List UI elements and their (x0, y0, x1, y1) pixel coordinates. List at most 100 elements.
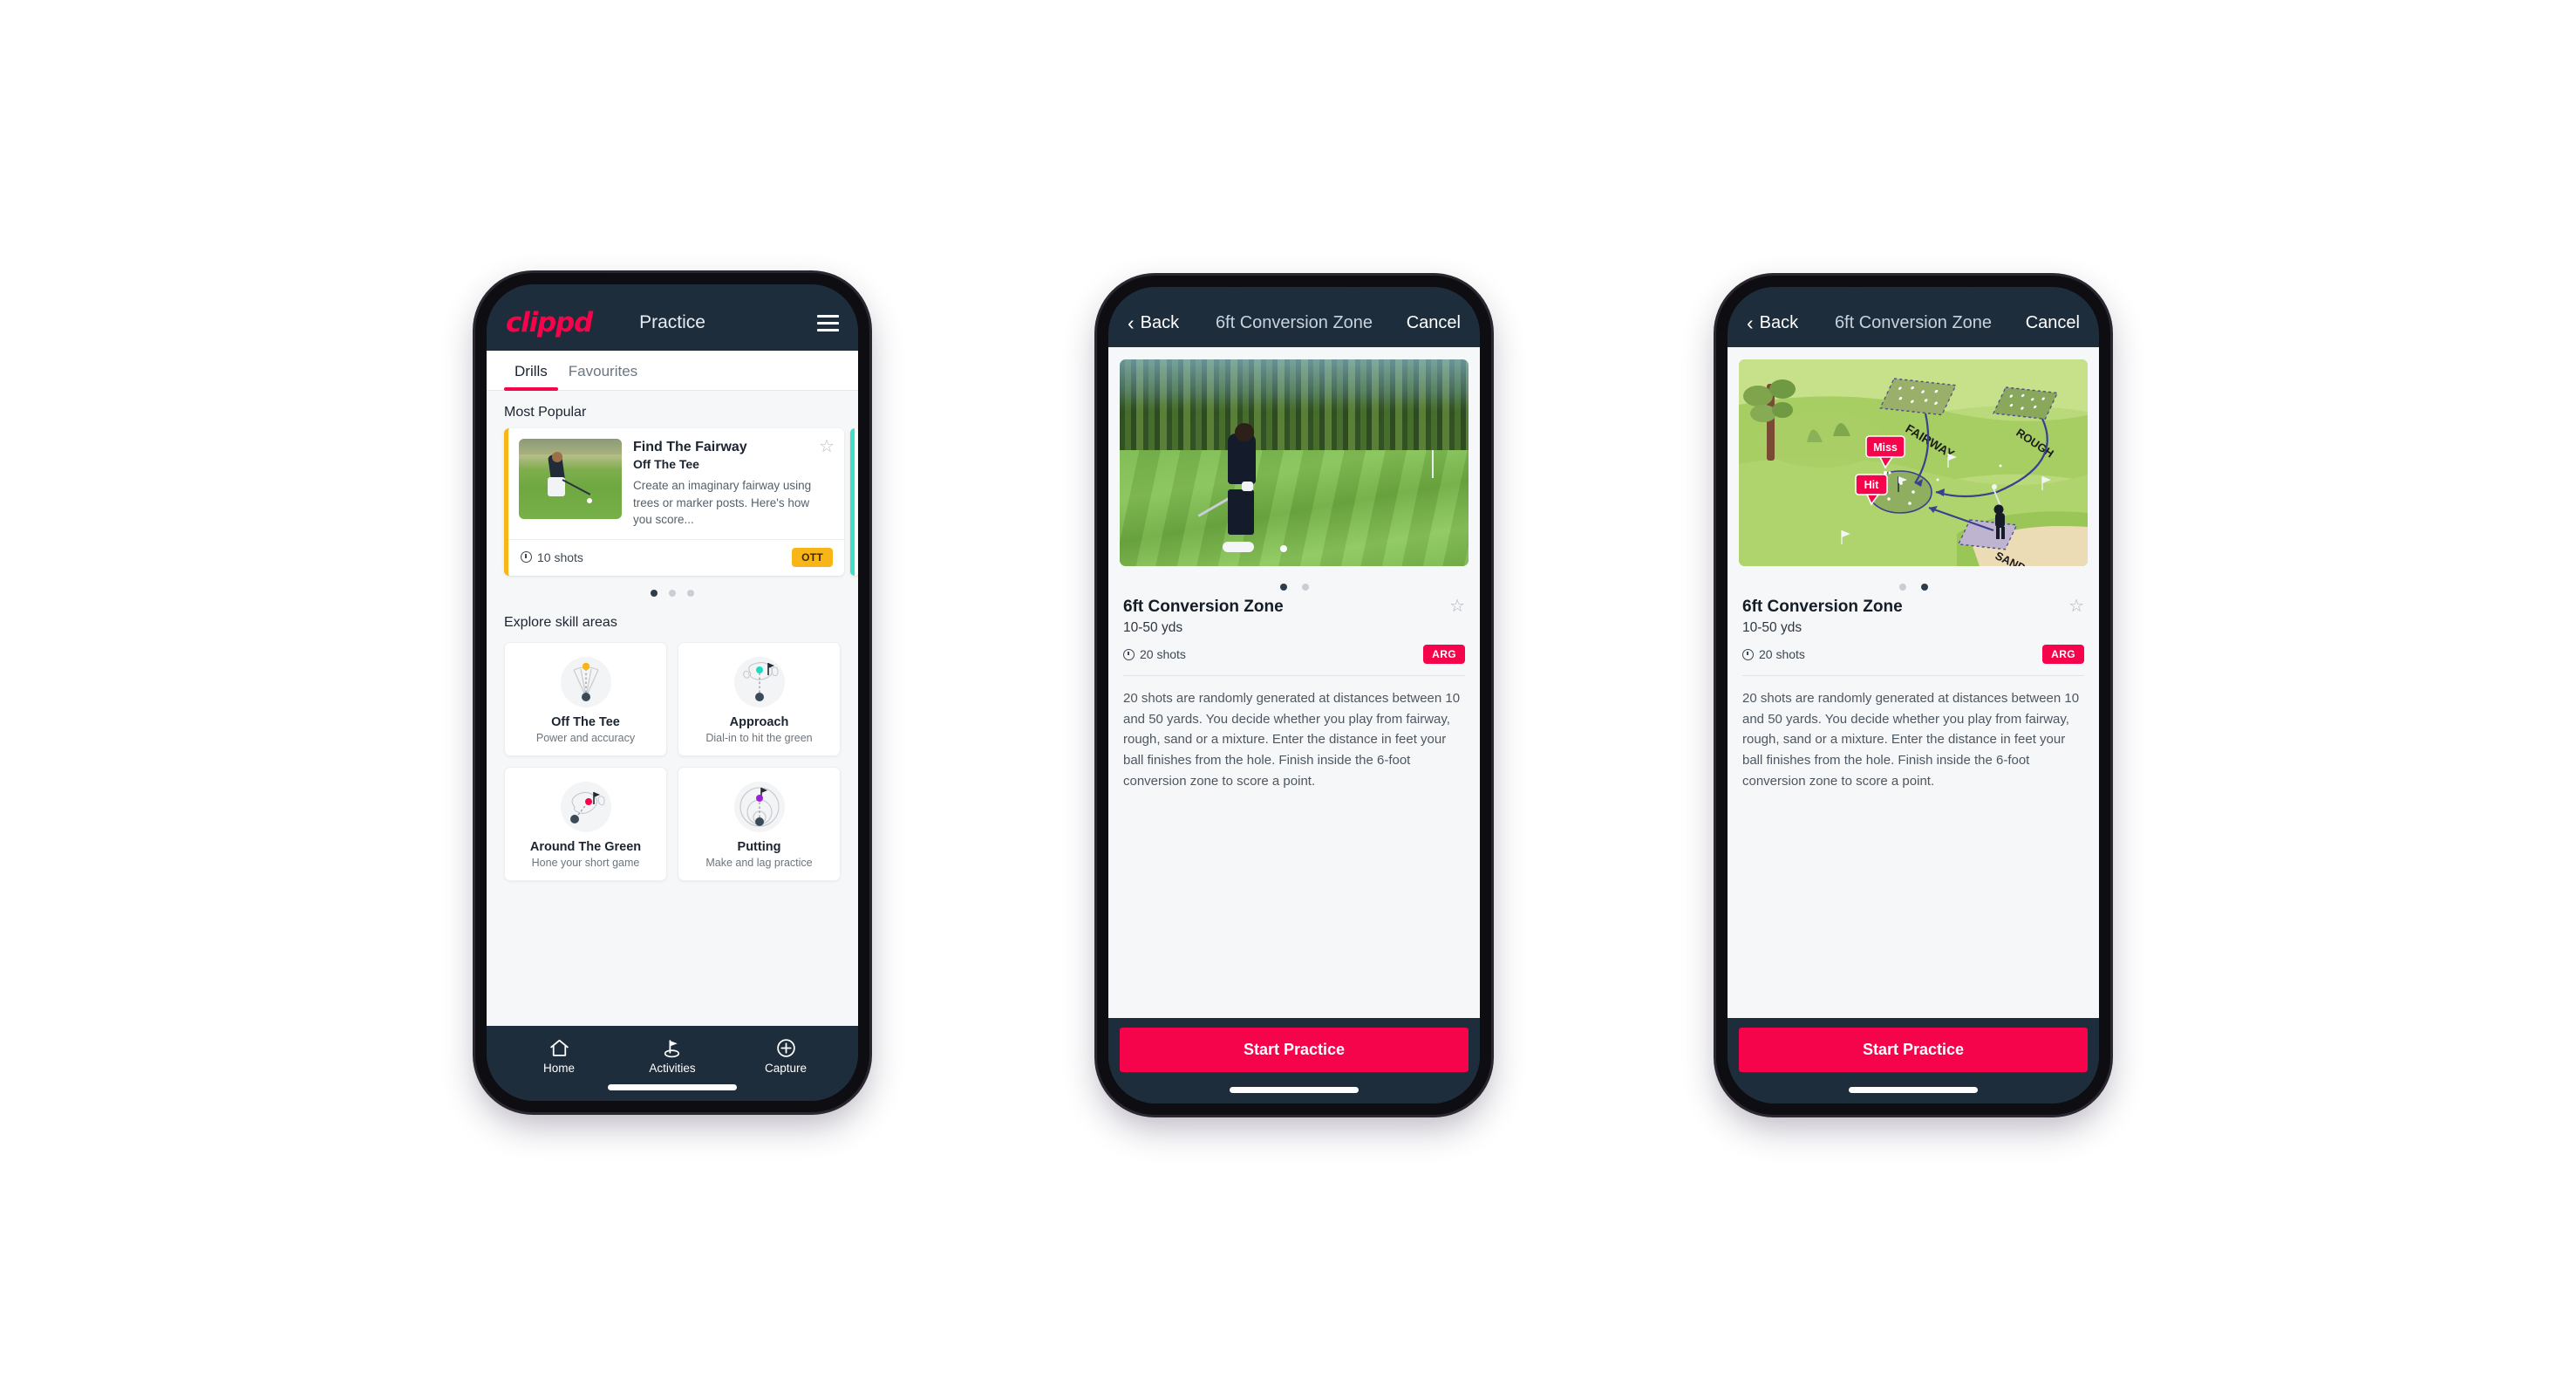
carousel-dot-2[interactable] (669, 589, 676, 597)
start-practice-button[interactable]: Start Practice (1739, 1028, 2088, 1072)
tabbar-item-activities[interactable]: Activities (616, 1036, 729, 1075)
hero-carousel-dots[interactable] (1108, 566, 1480, 594)
chevron-left-icon: ‹ (1128, 311, 1135, 334)
plus-circle-icon (729, 1036, 842, 1059)
drill-detail-card: 6ft Conversion Zone ☆ 10-50 yds 20 shots… (1108, 594, 1480, 791)
skill-name: Off The Tee (551, 714, 620, 729)
fairway-ground (1120, 450, 1469, 566)
star-outline-icon[interactable]: ☆ (2068, 598, 2084, 615)
chevron-left-icon: ‹ (1747, 311, 1754, 334)
tab-drills[interactable]: Drills (504, 351, 558, 391)
tabbar-item-home[interactable]: Home (502, 1036, 616, 1075)
drill-detail-title: 6ft Conversion Zone (1123, 598, 1284, 616)
popular-carousel[interactable]: ☆ Find The Fairway Off The Tee Create an… (487, 428, 858, 576)
cancel-button[interactable]: Cancel (1407, 313, 1461, 333)
skill-card-off-the-tee[interactable]: Off The Tee Power and accuracy (504, 641, 667, 756)
start-practice-button[interactable]: Start Practice (1120, 1028, 1469, 1072)
golfer-legs (1228, 489, 1254, 536)
tab-favourites[interactable]: Favourites (558, 351, 648, 390)
home-indicator (1230, 1087, 1359, 1093)
cancel-button[interactable]: Cancel (2026, 313, 2080, 333)
phone-1-screen: clippd Practice Drills Favourites Most P… (487, 284, 858, 1101)
tabbar-label: Home (542, 1062, 575, 1075)
divider (1123, 675, 1465, 676)
back-label: Back (1759, 313, 1799, 332)
skill-card-around-the-green[interactable]: Around The Green Hone your short game (504, 766, 667, 881)
skill-card-approach[interactable]: Approach Dial-in to hit the green (678, 641, 841, 756)
phone-notch (1845, 276, 1981, 287)
phone-3-drill-detail-illustration: ‹ Back 6ft Conversion Zone Cancel FAIRWA… (1716, 276, 2110, 1115)
tabbar-item-capture[interactable]: Capture (729, 1036, 842, 1075)
skill-desc: Make and lag practice (705, 856, 813, 869)
drill-detail-header: 6ft Conversion Zone ☆ (1123, 598, 1465, 617)
drill-detail-header: 6ft Conversion Zone ☆ (1742, 598, 2084, 617)
hero-dot-1[interactable] (1279, 584, 1287, 591)
carousel-dot-3[interactable] (687, 589, 694, 597)
drill-detail-meta: 20 shots ARG (1742, 645, 2084, 664)
star-outline-icon[interactable]: ☆ (819, 438, 835, 455)
section-title-most-popular: Most Popular (504, 405, 587, 420)
drill-description: Create an imaginary fairway using trees … (633, 479, 812, 527)
detail-content: FAIRWAY ROUGH SAND Miss Hit 6ft Conversi… (1728, 347, 2099, 1018)
drill-hero-illustration[interactable]: FAIRWAY ROUGH SAND Miss Hit (1739, 359, 2088, 566)
home-icon (502, 1036, 616, 1059)
home-indicator (1849, 1087, 1978, 1093)
phone-notch (1226, 276, 1362, 287)
skill-badge-arg: ARG (1423, 645, 1465, 664)
clippd-logo: clippd (506, 307, 593, 338)
drill-card-next-peek[interactable] (850, 428, 858, 576)
drill-title: Find The Fairway (633, 440, 747, 454)
clock-icon (521, 551, 532, 564)
carousel-dots[interactable] (487, 576, 858, 601)
drill-yardage: 10-50 yds (1123, 620, 1183, 635)
tabbar-label: Capture (764, 1062, 808, 1075)
hero-dot-2[interactable] (1301, 584, 1309, 591)
app-navbar: clippd Practice (487, 284, 858, 351)
detail-content: 6ft Conversion Zone ☆ 10-50 yds 20 shots… (1108, 347, 1480, 1018)
clock-icon (1742, 648, 1754, 660)
back-button[interactable]: ‹ Back (1128, 313, 1179, 333)
drill-card-find-the-fairway[interactable]: ☆ Find The Fairway Off The Tee Create an… (504, 428, 844, 576)
putting-icon (685, 780, 833, 834)
screenshot-canvas: clippd Practice Drills Favourites Most P… (0, 0, 2576, 1387)
label-miss: Miss (1873, 441, 1898, 454)
drill-hero-photo[interactable] (1120, 359, 1469, 566)
hamburger-menu-icon[interactable] (817, 314, 839, 331)
phone-notch (604, 273, 740, 284)
drill-yardage: 10-50 yds (1742, 620, 1803, 635)
skill-areas-grid: Off The Tee Power and accuracy Approach … (487, 639, 858, 881)
carousel-dot-1[interactable] (651, 589, 658, 597)
detail-navbar: ‹ Back 6ft Conversion Zone Cancel (1108, 287, 1480, 347)
home-indicator (608, 1084, 737, 1090)
drill-detail-description: 20 shots are randomly generated at dista… (1123, 691, 1461, 789)
drill-thumbnail-image (519, 439, 622, 519)
star-outline-icon[interactable]: ☆ (1449, 598, 1465, 615)
skill-desc: Dial-in to hit the green (705, 731, 813, 744)
drill-shots: 20 shots (1123, 647, 1186, 661)
tab-bar: Drills Favourites (487, 351, 858, 391)
label-hit: Hit (1864, 479, 1880, 491)
hero-carousel-dots[interactable] (1728, 566, 2099, 594)
drill-detail-title: 6ft Conversion Zone (1742, 598, 1903, 616)
skill-badge-ott: OTT (792, 547, 833, 567)
drill-card-footer: 10 shots OTT (508, 538, 844, 576)
phone-2-drill-detail-photo: ‹ Back 6ft Conversion Zone Cancel 6ft Co… (1097, 276, 1491, 1115)
phone-1-practice-list: clippd Practice Drills Favourites Most P… (475, 273, 869, 1112)
golfer-glove (1242, 481, 1253, 491)
off-the-tee-icon (512, 655, 659, 709)
hero-dot-1[interactable] (1898, 584, 1906, 591)
drill-subtitle: Off The Tee (633, 457, 699, 472)
skill-name: Putting (737, 839, 781, 854)
tree-backdrop (1120, 359, 1469, 455)
drill-detail-description: 20 shots are randomly generated at dista… (1742, 691, 2080, 789)
skill-card-putting[interactable]: Putting Make and lag practice (678, 766, 841, 881)
skill-badge-arg: ARG (2042, 645, 2084, 664)
back-button[interactable]: ‹ Back (1747, 313, 1798, 333)
drill-shots: 10 shots (521, 550, 583, 564)
golf-flag-icon (616, 1036, 729, 1059)
drill-detail-card: 6ft Conversion Zone ☆ 10-50 yds 20 shots… (1728, 594, 2099, 791)
around-the-green-icon (512, 780, 659, 834)
drill-detail-meta: 20 shots ARG (1123, 645, 1465, 664)
skill-desc: Hone your short game (531, 856, 640, 869)
hero-dot-2[interactable] (1920, 584, 1928, 591)
